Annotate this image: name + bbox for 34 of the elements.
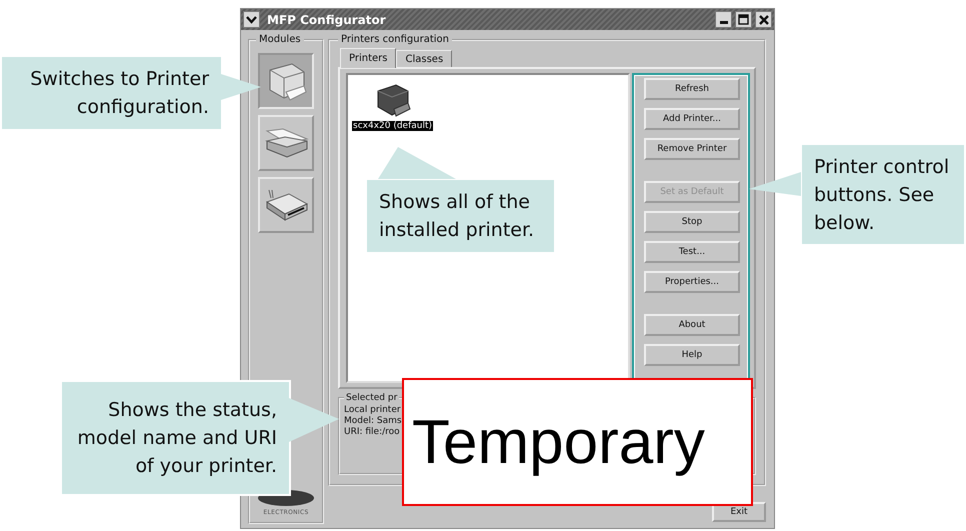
tab[interactable]: Printers <box>340 48 396 68</box>
control-button[interactable]: Properties... <box>644 271 740 293</box>
close-icon <box>758 14 768 24</box>
maximize-icon <box>738 14 749 25</box>
selected-printer-label: Selected pr <box>346 393 398 403</box>
printer-info-line: Local printer <box>344 405 402 415</box>
control-button[interactable]: Help <box>644 344 740 366</box>
printer-info-line: URI: file:/roo <box>344 427 401 437</box>
control-button[interactable]: Stop <box>644 211 740 233</box>
minimize-button[interactable] <box>715 11 732 28</box>
printer-info-line: Model: Sams <box>344 416 403 426</box>
window-title: MFP Configurator <box>266 12 387 26</box>
temporary-text: Temporary <box>412 406 705 478</box>
module-button[interactable] <box>258 53 314 109</box>
control-button[interactable]: Remove Printer <box>644 138 740 160</box>
callout-text: Shows the status, model name and URI of your printer. <box>76 398 277 479</box>
minimize-icon <box>720 21 728 24</box>
control-button[interactable]: Refresh <box>644 78 740 100</box>
control-button[interactable]: About <box>644 314 740 336</box>
modules-label: Modules <box>259 34 301 45</box>
printers-configuration-label: Printers configuration <box>341 34 449 45</box>
window-menu-button[interactable] <box>243 11 260 28</box>
chevron-icon <box>246 16 257 24</box>
close-button[interactable] <box>755 11 772 28</box>
tab[interactable]: Classes <box>396 50 452 67</box>
callout-text: Switches to Printer configuration. <box>29 67 209 120</box>
callout-text: Shows all of the installed printer. <box>379 190 536 243</box>
maximize-button[interactable] <box>735 11 752 28</box>
callout-text: Printer control buttons. See below. <box>814 154 950 236</box>
control-button[interactable]: Add Printer... <box>644 108 740 130</box>
module-button[interactable] <box>258 177 314 233</box>
printer-name[interactable]: scx4x20 (default) <box>352 121 434 131</box>
module-button[interactable] <box>258 115 314 171</box>
control-button[interactable]: Test... <box>644 241 740 263</box>
